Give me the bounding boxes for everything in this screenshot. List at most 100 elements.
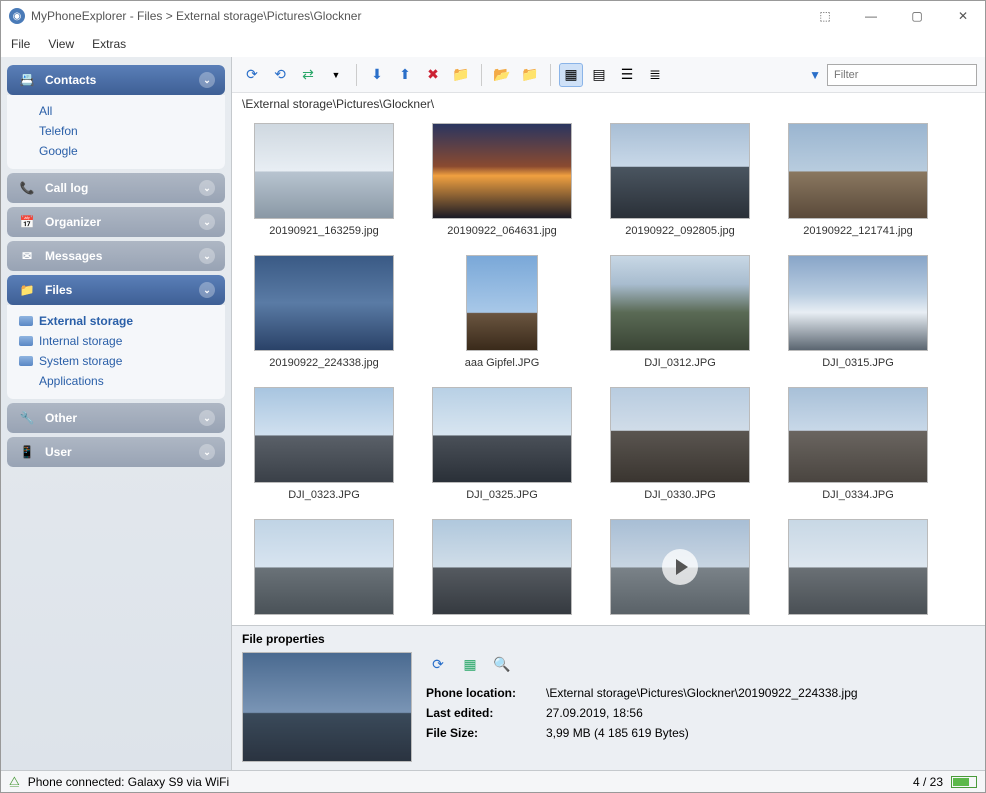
sidebar-item-external-storage[interactable]: External storage [7,311,225,331]
view-details[interactable]: ≣ [643,63,667,87]
thumbnail-label: DJI_0325.JPG [466,489,538,501]
chevron-icon: ⌄ [199,72,215,88]
app-icon: ◉ [9,8,25,24]
thumbnail-label: 20190921_163259.jpg [269,225,379,237]
battery-icon [951,776,977,788]
sidebar-item-google[interactable]: Google [7,141,225,161]
properties-thumbnail [242,652,412,762]
view-large-icons[interactable]: ▦ [559,63,583,87]
thumbnail-item[interactable]: DJI_0325.JPG [422,387,582,501]
phone-icon: 📞 [17,180,37,196]
thumbnail-label: DJI_0315.JPG [822,357,894,369]
thumbnail-item[interactable] [600,519,760,615]
props-refresh-icon[interactable]: ⟳ [426,652,450,676]
toolbar: ⟳ ⟲ ⇄ ▼ ⬇ ⬆ ✖ 📁 📂 📁 ▦ ▤ ☰ ≣ ▼ [232,57,985,93]
view-small-icons[interactable]: ▤ [587,63,611,87]
sidebar-category-user[interactable]: 📱User⌄ [7,437,225,467]
thumbnail-label: 20190922_092805.jpg [625,225,735,237]
paste-button[interactable]: 📁 [518,63,542,87]
sidebar-category-files[interactable]: 📁Files⌄ [7,275,225,305]
thumbnail-label: 20190922_121741.jpg [803,225,913,237]
size-value: 3,99 MB (4 185 619 Bytes) [546,726,689,740]
menu-view[interactable]: View [48,37,74,51]
new-folder-button[interactable]: 📁 [449,63,473,87]
thumbnail-item[interactable]: DJI_0312.JPG [600,255,760,369]
chevron-icon: ⌄ [199,180,215,196]
menu-file[interactable]: File [11,37,30,51]
props-zoom-icon[interactable]: 🔍 [490,652,514,676]
separator [356,64,357,86]
edited-value: 27.09.2019, 18:56 [546,706,643,720]
view-list[interactable]: ☰ [615,63,639,87]
window-title: MyPhoneExplorer - Files > External stora… [31,9,811,23]
thumbnail-label: DJI_0330.JPG [644,489,716,501]
download-button[interactable]: ⬇ [365,63,389,87]
contacts-icon: 📇 [17,72,37,88]
refresh-button[interactable]: ⟳ [240,63,264,87]
pin-icon[interactable]: ⬚ [811,9,839,23]
sidebar-category-organizer[interactable]: 📅Organizer⌄ [7,207,225,237]
status-counter: 4 / 23 [913,775,943,789]
upload-button[interactable]: ⬆ [393,63,417,87]
sidebar-item-telefon[interactable]: Telefon [7,121,225,141]
sidebar-item-applications[interactable]: Applications [7,371,225,391]
chevron-icon: ⌄ [199,410,215,426]
chevron-icon: ⌄ [199,444,215,460]
thumbnail-item[interactable]: 20190922_121741.jpg [778,123,938,237]
thumbnail-label: 20190922_224338.jpg [269,357,379,369]
organizer-icon: 📅 [17,214,37,230]
thumbnail-label: 20190922_064631.jpg [447,225,557,237]
thumbnail-item[interactable] [422,519,582,615]
properties-title: File properties [242,632,975,646]
thumbnail-item[interactable]: DJI_0315.JPG [778,255,938,369]
location-label: Phone location: [426,686,536,700]
status-text: Phone connected: Galaxy S9 via WiFi [28,775,229,789]
sidebar-item-system-storage[interactable]: System storage [7,351,225,371]
thumbnail-item[interactable]: aaa Gipfel.JPG [422,255,582,369]
thumbnail-item[interactable]: 20190922_224338.jpg [244,255,404,369]
thumbnail-item[interactable]: DJI_0330.JPG [600,387,760,501]
separator [550,64,551,86]
sidebar-category-messages[interactable]: ✉Messages⌄ [7,241,225,271]
sync-dropdown[interactable]: ▼ [324,63,348,87]
maximize-button[interactable]: ▢ [903,9,931,23]
wifi-icon: ⧋ [9,774,20,789]
refresh-all-button[interactable]: ⟲ [268,63,292,87]
sidebar-category-other[interactable]: 🔧Other⌄ [7,403,225,433]
sidebar-category-call-log[interactable]: 📞Call log⌄ [7,173,225,203]
thumbnail-item[interactable]: 20190922_092805.jpg [600,123,760,237]
sidebar: 📇Contacts⌄ AllTelefonGoogle 📞Call log⌄ 📅Org… [1,57,231,770]
thumbnail-item[interactable] [778,519,938,615]
thumbnail-item[interactable]: 20190921_163259.jpg [244,123,404,237]
sidebar-category-contacts[interactable]: 📇Contacts⌄ [7,65,225,95]
filter-icon[interactable]: ▼ [809,68,821,82]
sidebar-item-all[interactable]: All [7,101,225,121]
thumbnail-item[interactable]: 20190922_064631.jpg [422,123,582,237]
phone2-icon: 📱 [17,444,37,460]
status-bar: ⧋ Phone connected: Galaxy S9 via WiFi 4 … [1,770,985,792]
sidebar-item-internal-storage[interactable]: Internal storage [7,331,225,351]
copy-button[interactable]: 📂 [490,63,514,87]
menu-extras[interactable]: Extras [92,37,126,51]
menubar: File View Extras [1,31,985,57]
minimize-button[interactable]: — [857,9,885,23]
path-bar: \External storage\Pictures\Glockner\ [232,93,985,115]
thumbnail-label: DJI_0334.JPG [822,489,894,501]
props-app-icon[interactable]: ▦ [458,652,482,676]
sync-button[interactable]: ⇄ [296,63,320,87]
filter-input[interactable] [827,64,977,86]
thumbnail-item[interactable]: DJI_0323.JPG [244,387,404,501]
thumbnail-label: DJI_0323.JPG [288,489,360,501]
close-button[interactable]: ✕ [949,9,977,23]
thumbnail-area[interactable]: 20190921_163259.jpg 20190922_064631.jpg 20… [232,115,985,625]
size-label: File Size: [426,726,536,740]
thumbnail-item[interactable] [244,519,404,615]
delete-button[interactable]: ✖ [421,63,445,87]
mail-icon: ✉ [17,248,37,264]
thumbnail-item[interactable]: DJI_0334.JPG [778,387,938,501]
thumbnail-label: DJI_0312.JPG [644,357,716,369]
edited-label: Last edited: [426,706,536,720]
location-value: \External storage\Pictures\Glockner\2019… [546,686,858,700]
window-controls: ⬚ — ▢ ✕ [811,9,977,23]
separator [481,64,482,86]
